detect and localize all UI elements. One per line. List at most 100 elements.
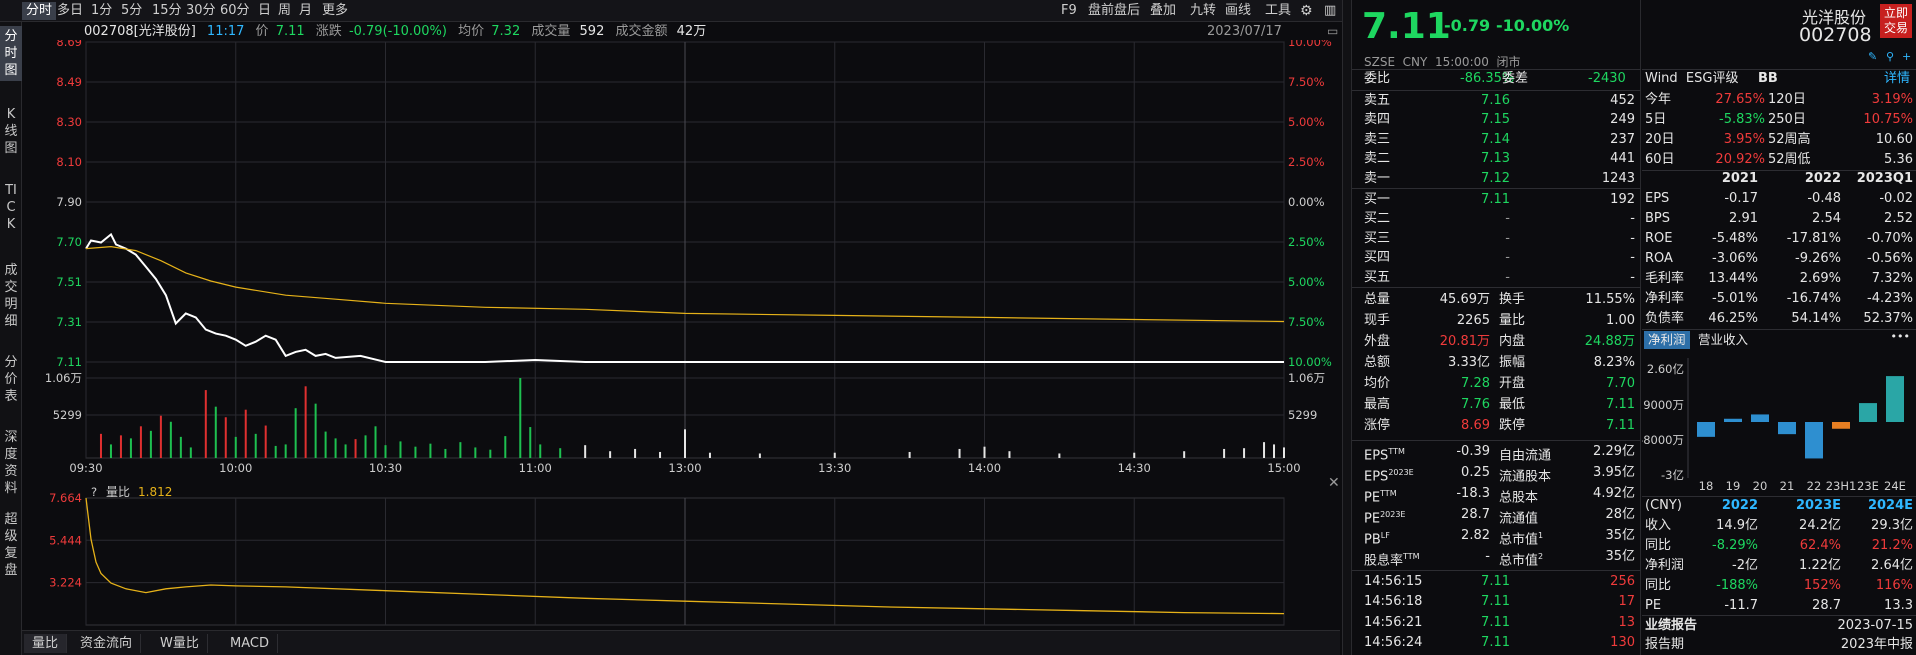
volume-bar [374,426,377,458]
tick-volume: 256 [1610,574,1635,589]
report-row[interactable]: 业绩报告 2023-07-15 [1642,616,1916,636]
order-diff-value: -2430 [1588,71,1626,86]
ask-row: 卖二 7.13 441 [1352,149,1641,169]
level-volume: - [1630,269,1635,285]
watch-icon[interactable]: ⚲ [1886,50,1894,63]
volume-bar [684,429,686,458]
volume-bar [758,453,761,458]
net-profit-bar [1724,418,1742,422]
period-tab-6[interactable]: 60分 [220,2,250,20]
bar-x-label: 24E [1884,479,1906,493]
toolbar-item-2[interactable]: 叠加 [1150,2,1176,20]
return-label: 52周高 [1768,132,1811,147]
view-tab-1[interactable]: K线图 [0,104,22,159]
view-tab-6[interactable]: 超级复盘 [0,509,22,581]
indicator-tab-0[interactable]: 量比 [24,634,68,653]
fin-value: -9.26% [1795,251,1841,266]
forecast-value: 14.9亿 [1716,518,1758,533]
fundamental-panel: 光洋股份 002708 立即 交易 ✎ ⚲ + Wind ESG评级 BB 详情 今年 2… [1642,0,1916,655]
forecast-year: 2023E [1795,498,1841,513]
toolbar-item-4[interactable]: 画线 [1225,2,1251,20]
forecast-row: 收入 14.9亿 24.2亿 29.3亿 [1642,516,1916,536]
level-volume: - [1630,211,1635,227]
fin-value: 13.44% [1708,271,1758,286]
stat-row: 涨停 8.69 跌停 7.11 [1352,416,1641,436]
panel-divider[interactable] [1342,0,1352,655]
return-label: 120日 [1768,92,1806,107]
volume-bar [1263,442,1266,458]
view-tab-2[interactable]: TICK [0,180,22,235]
period-tab-7[interactable]: 日 [258,2,271,20]
volume-bar [1223,448,1226,458]
volume-bar [334,438,337,458]
intraday-chart[interactable]: 8.69 10.00% 8.49 7.50% 8.30 5.00% 8.10 2.50% 7.9… [22,40,1340,630]
net-profit-bar [1886,376,1904,422]
period-tab-10[interactable]: 更多 [322,2,348,20]
toolbar-item-3[interactable]: 九转 [1190,2,1216,20]
time-tick-label: 10:00 [219,461,252,475]
stat-value: 20.81万 [1439,334,1490,349]
add-icon[interactable]: + [1902,50,1911,63]
forecast-value: 28.7 [1812,598,1841,613]
layout-icon[interactable]: ▥ [1324,2,1336,20]
forecast-label: PE [1645,598,1662,613]
period-tab-8[interactable]: 周 [278,2,291,20]
volume-bar [1273,444,1276,458]
indicator-tab-1[interactable]: 资金流向 [72,634,142,653]
close-subchart-icon[interactable]: ✕ [1328,475,1340,491]
stat-value: 3.33亿 [1448,355,1490,370]
fin-value: 2.52 [1884,211,1913,226]
pct-tick-label: 7.50% [1288,75,1325,89]
price-change: -0.79 [1444,16,1491,35]
period-tab-0[interactable]: 分时 [22,2,57,20]
view-tab-5[interactable]: 深度资料 [0,427,22,499]
fundamental-row: PE2023E 28.7 流通值 28亿 [1352,505,1641,526]
net-profit-bar [1697,422,1715,437]
view-tab-3[interactable]: 成交明细 [0,260,22,332]
period-tab-5[interactable]: 30分 [186,2,216,20]
period-tab-4[interactable]: 15分 [152,2,182,20]
volume-bar [179,436,182,458]
tab-revenue[interactable]: 营业收入 [1698,331,1748,349]
report-period-row: 报告期 2023年中报 [1642,635,1916,655]
pct-tick-label: 7.50% [1288,315,1325,329]
fin-row: EPS -0.17 -0.48 -0.02 [1642,189,1916,209]
bid-row: 买三 - - [1352,229,1641,249]
fin-label: 净利率 [1645,291,1685,306]
period-tab-9[interactable]: 月 [299,2,312,20]
fin-row: 毛利率 13.44% 2.69% 7.32% [1642,269,1916,289]
fin-row: 负债率 46.25% 54.14% 52.37% [1642,309,1916,329]
indicator-tab-2[interactable]: W量比 [152,634,208,653]
toolbar-item-1[interactable]: 盘前盘后 [1088,2,1140,20]
esg-detail-link[interactable]: 详情 [1884,69,1910,89]
volume-bar [529,427,532,458]
pct-tick-label: 0.00% [1288,195,1325,209]
stat-value: 11.55% [1585,292,1635,307]
indicator-tab-3[interactable]: MACD [222,634,278,653]
fundamental-value: 2.29亿 [1593,444,1635,459]
chart-settings-icon[interactable]: ▭ [1327,24,1338,38]
return-value: 3.19% [1871,92,1913,107]
view-tab-0[interactable]: 分时图 [0,26,22,81]
cursor-avg: 7.32 [491,24,521,39]
more-icon[interactable]: ••• [1891,330,1910,343]
level-price: 7.13 [1481,151,1510,167]
trade-button[interactable]: 立即 交易 [1880,4,1912,38]
toolbar-item-5[interactable]: 工具 [1265,2,1291,20]
fundamental-label-sup: 2023E [1380,510,1406,519]
tab-net-profit[interactable]: 净利润 [1644,331,1690,349]
view-tab-label: 深度资料 [4,430,18,496]
forecast-value: 116% [1875,578,1913,593]
time-tick-label: 09:30 [69,461,102,475]
gear-icon[interactable]: ⚙ [1300,2,1313,20]
volume-bar [314,403,317,458]
period-tab-2[interactable]: 1分 [91,2,112,20]
fin-value: 46.25% [1708,311,1758,326]
view-tab-4[interactable]: 分价表 [0,352,22,407]
toolbar-item-0[interactable]: F9 [1061,2,1077,20]
period-tab-1[interactable]: 多日 [57,2,83,20]
edit-icon[interactable]: ✎ [1868,50,1877,63]
period-tab-3[interactable]: 5分 [121,2,142,20]
forecast-row: PE -11.7 28.7 13.3 [1642,596,1916,616]
forecast-value: -188% [1716,578,1758,593]
